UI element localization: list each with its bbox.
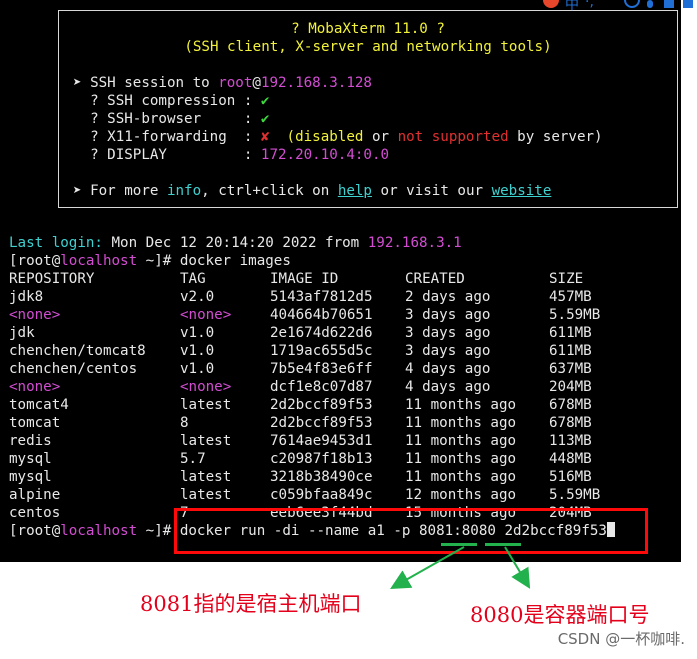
host-port-annotation: 8081指的是宿主机端口 bbox=[140, 592, 362, 616]
container-port-arrow bbox=[504, 546, 531, 589]
ime-lang-label[interactable]: 中 bbox=[565, 0, 579, 14]
host-port-arrow bbox=[390, 546, 465, 589]
microphone-icon bbox=[647, 0, 653, 8]
ime-toolbar: 中 ·, bbox=[543, 0, 697, 14]
smiley-icon bbox=[624, 0, 640, 8]
csdn-watermark: CSDN @一杯咖啡. bbox=[557, 630, 685, 648]
sogou-logo-icon bbox=[543, 0, 559, 8]
container-port-annotation: 8080是容器端口号 bbox=[470, 603, 650, 627]
annotation-arrows bbox=[390, 546, 531, 589]
ime-punct-label[interactable]: ·, bbox=[585, 0, 594, 10]
menu-grid-icon bbox=[683, 0, 693, 8]
keyboard-icon bbox=[664, 0, 674, 8]
